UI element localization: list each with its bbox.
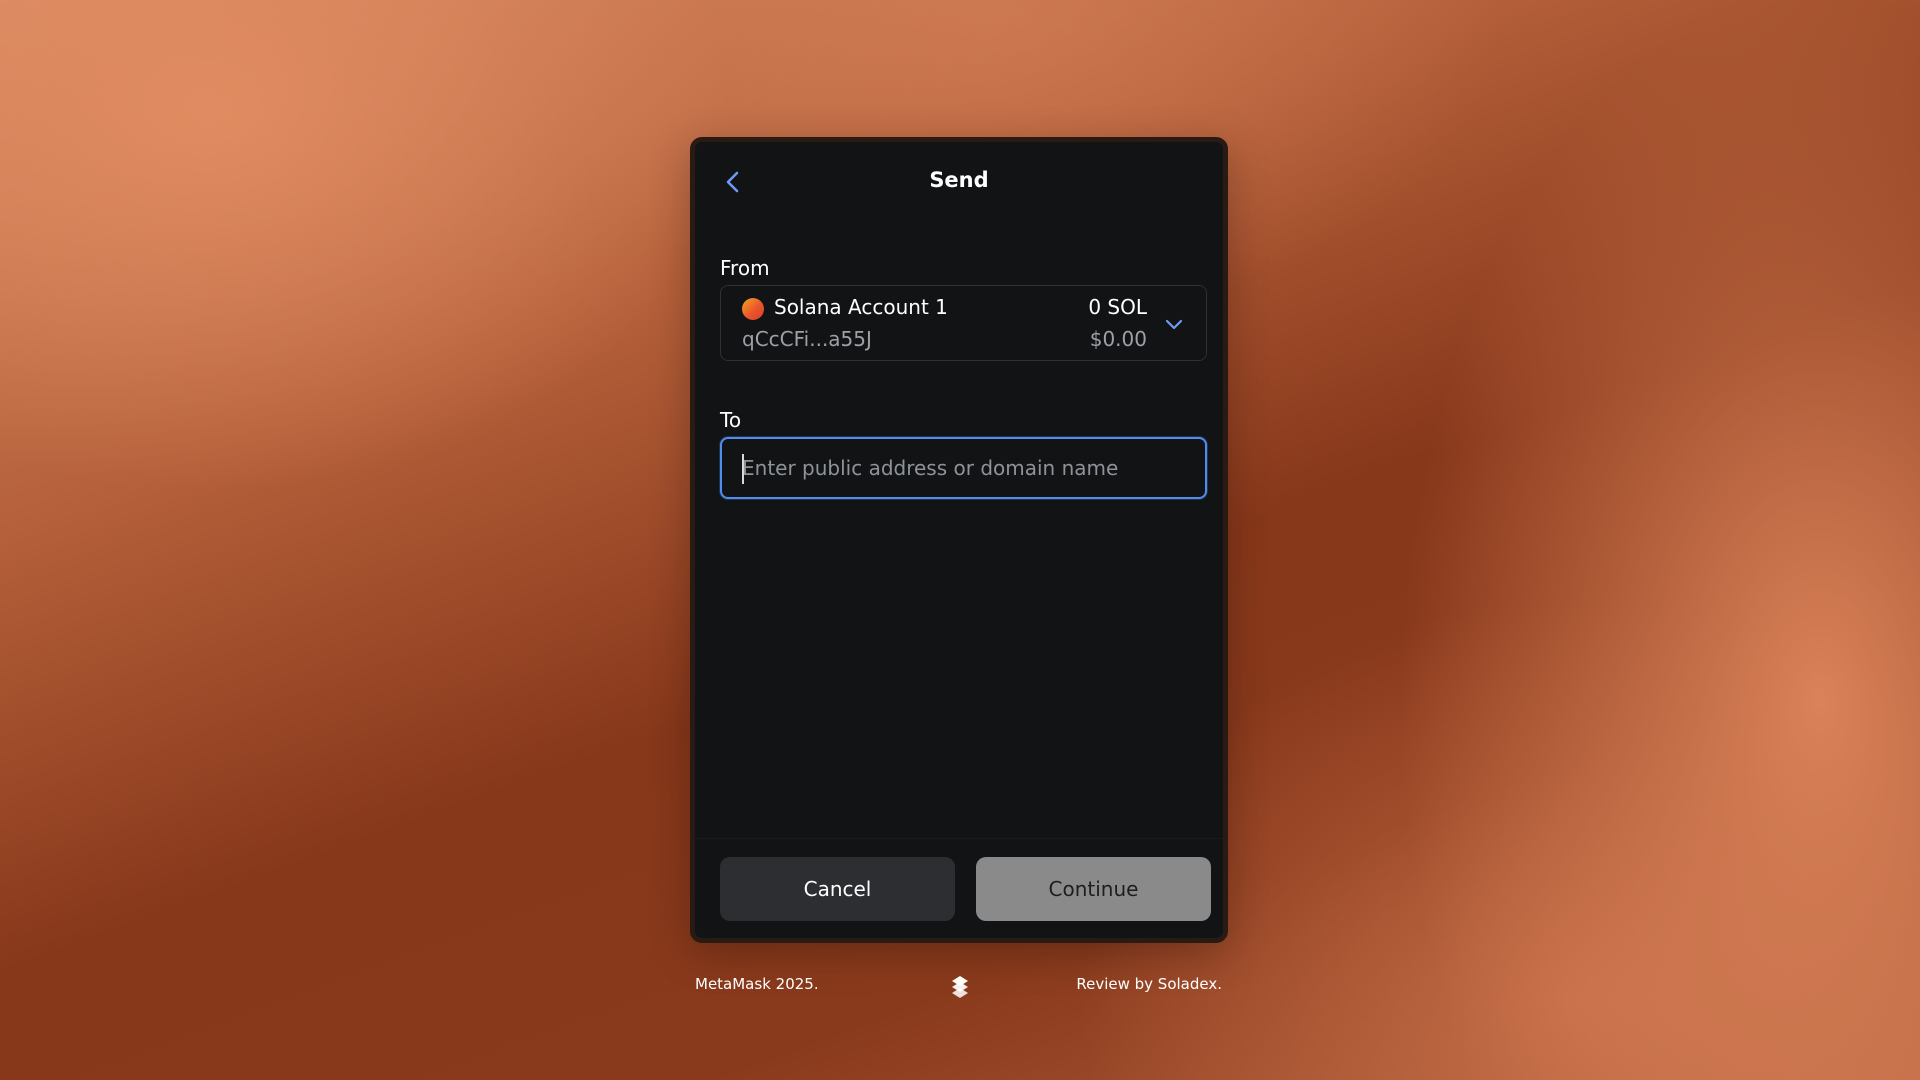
text-cursor	[742, 454, 744, 484]
soladex-logo-icon	[952, 976, 968, 998]
from-label: From	[720, 256, 770, 280]
to-label: To	[720, 408, 742, 432]
chevron-down-icon	[1165, 319, 1183, 330]
send-panel: Send From Solana Account 1 qCcCFi...a55J…	[690, 137, 1228, 943]
account-fiat-balance: $0.00	[1089, 327, 1147, 351]
account-balance: 0 SOL	[1088, 295, 1147, 319]
footer-copyright: MetaMask 2025.	[695, 975, 819, 993]
account-selector[interactable]: Solana Account 1 qCcCFi...a55J 0 SOL $0.…	[720, 285, 1207, 361]
header: Send	[695, 142, 1223, 218]
account-avatar-icon	[742, 298, 764, 320]
account-name: Solana Account 1	[774, 295, 948, 319]
account-address: qCcCFi...a55J	[742, 327, 872, 351]
footer-divider	[695, 838, 1223, 839]
recipient-field-wrapper	[720, 437, 1207, 499]
cancel-button[interactable]: Cancel	[720, 857, 955, 921]
recipient-address-input[interactable]	[724, 441, 1203, 495]
page-title: Send	[929, 168, 989, 192]
footer-review-credit: Review by Soladex.	[1076, 975, 1222, 993]
continue-button[interactable]: Continue	[976, 857, 1211, 921]
